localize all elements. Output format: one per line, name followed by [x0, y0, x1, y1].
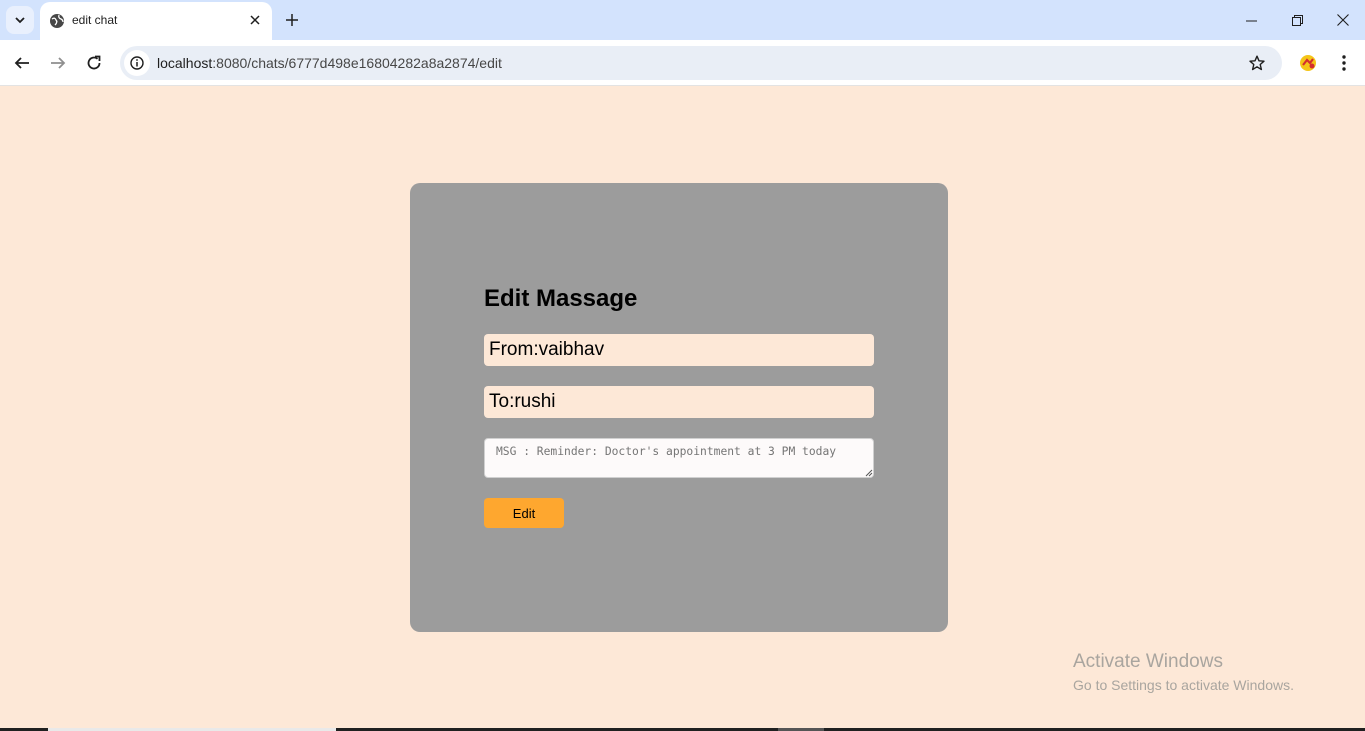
minimize-icon: [1245, 20, 1257, 21]
active-tab[interactable]: edit chat: [40, 2, 272, 40]
bookmark-button[interactable]: [1246, 52, 1268, 74]
globe-icon: [50, 14, 64, 28]
tab-title: edit chat: [72, 13, 118, 27]
watermark-title: Activate Windows: [1073, 651, 1223, 672]
edit-button[interactable]: Edit: [484, 498, 564, 528]
new-tab-button[interactable]: [280, 8, 304, 32]
url-host: localhost: [157, 55, 213, 71]
browser-menu-button[interactable]: [1330, 49, 1358, 77]
plus-icon: [286, 14, 298, 26]
address-bar[interactable]: localhost:8080/chats/6777d498e16804282a8…: [120, 46, 1282, 80]
site-info-button[interactable]: [124, 50, 150, 76]
resize-handle-icon[interactable]: [864, 468, 873, 477]
window-close-button[interactable]: [1320, 0, 1365, 40]
extension-button[interactable]: [1294, 49, 1322, 77]
message-textarea[interactable]: [484, 438, 874, 478]
forward-button[interactable]: [44, 49, 72, 77]
info-icon: [130, 56, 144, 70]
url-text[interactable]: localhost:8080/chats/6777d498e16804282a8…: [157, 55, 502, 71]
arrow-left-icon: [14, 57, 29, 69]
to-input[interactable]: [484, 386, 874, 418]
reload-button[interactable]: [80, 49, 108, 77]
back-button[interactable]: [8, 49, 36, 77]
from-input[interactable]: [484, 334, 874, 366]
url-path: :8080/chats/6777d498e16804282a8a2874/edi…: [212, 55, 502, 71]
close-icon: [1337, 14, 1349, 26]
close-icon: [250, 15, 260, 25]
reload-icon: [87, 55, 101, 70]
restore-icon: [1291, 14, 1303, 26]
arrow-right-icon: [51, 57, 66, 69]
chevron-down-icon: [15, 17, 25, 24]
extension-icon: [1300, 55, 1316, 71]
edit-form-card: Edit Massage Edit: [410, 183, 948, 632]
activate-windows-watermark: Activate Windows Go to Settings to activ…: [1073, 651, 1294, 693]
browser-toolbar: localhost:8080/chats/6777d498e16804282a8…: [0, 40, 1365, 86]
tab-close-button[interactable]: [246, 11, 264, 29]
more-vertical-icon: [1342, 55, 1346, 71]
window-restore-button[interactable]: [1274, 0, 1320, 40]
window-minimize-button[interactable]: [1228, 0, 1274, 40]
form-heading: Edit Massage: [484, 285, 638, 312]
star-icon: [1249, 55, 1265, 71]
tab-search-button[interactable]: [6, 6, 34, 34]
browser-tab-strip: edit chat: [0, 0, 1365, 40]
watermark-subtitle: Go to Settings to activate Windows.: [1073, 677, 1294, 693]
